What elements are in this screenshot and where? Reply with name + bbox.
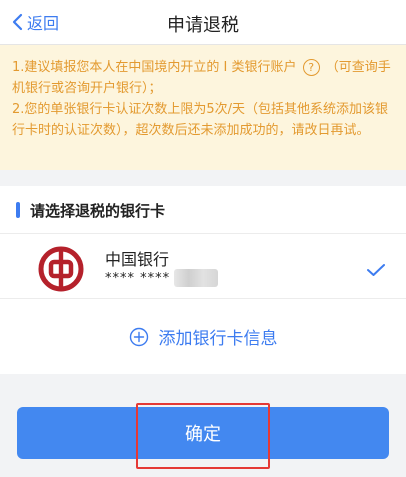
card-number-blur-mask (174, 269, 218, 287)
help-icon[interactable]: ? (302, 59, 320, 76)
confirm-button[interactable]: 确定 (17, 407, 389, 459)
notice-line-1: 1.建议填报您本人在中国境内开立的 I 类银行账户 ? （可查询手机银行或咨询开… (12, 57, 394, 99)
notice-panel: 1.建议填报您本人在中国境内开立的 I 类银行账户 ? （可查询手机银行或咨询开… (0, 45, 406, 170)
section-title: 请选择退税的银行卡 (30, 202, 166, 220)
section-accent-bar (16, 202, 20, 218)
bank-card-section: 请选择退税的银行卡 中国银行 **** **** 添加银行卡信息 (0, 186, 406, 374)
notice-line-2: 2.您的单张银行卡认证次数上限为5次/天（包括其他系统添加该银行卡时的认证次数）… (12, 102, 389, 138)
add-bank-card-label: 添加银行卡信息 (158, 329, 278, 349)
bank-name: 中国银行 (105, 250, 170, 269)
notice-line-1-text: 1.建议填报您本人在中国境内开立的 I 类银行账户 (12, 60, 297, 75)
bank-of-china-logo-icon (38, 246, 84, 292)
checkmark-icon (367, 264, 385, 276)
plus-circle-icon (129, 327, 148, 346)
bank-card-number: **** **** (105, 271, 171, 286)
page-title: 申请退税 (167, 15, 239, 36)
add-bank-card-button[interactable]: 添加银行卡信息 (0, 324, 406, 349)
section-header: 请选择退税的银行卡 (0, 186, 406, 234)
nav-bar: 返回 申请退税 (0, 0, 406, 45)
bank-card-item[interactable]: 中国银行 **** **** (0, 234, 406, 299)
